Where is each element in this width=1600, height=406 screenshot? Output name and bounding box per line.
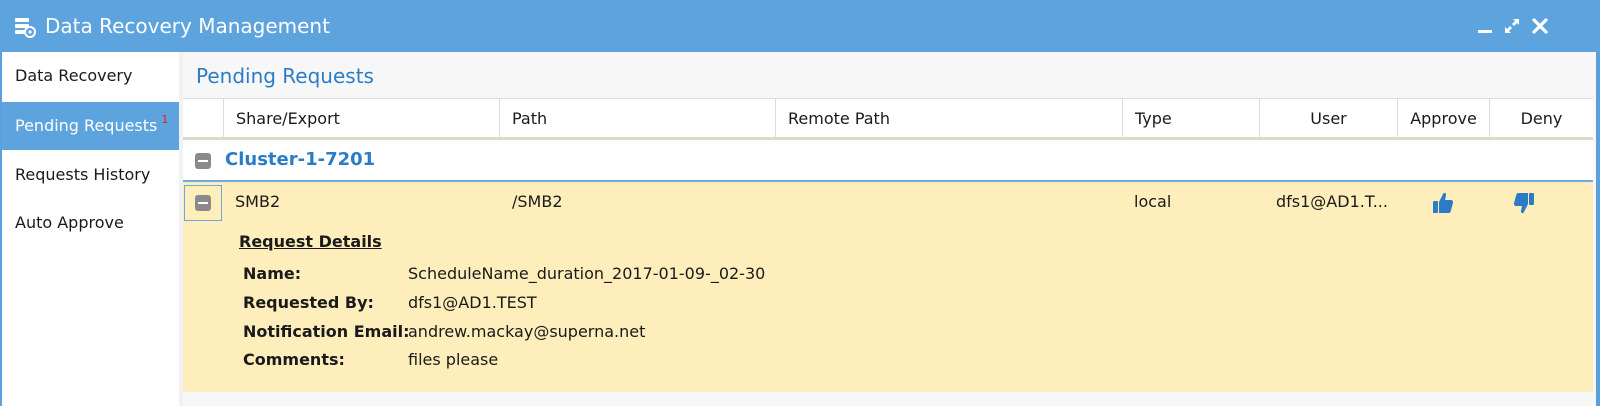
collapse-group-icon[interactable]: [195, 153, 211, 169]
detail-value-requested-by: dfs1@AD1.TEST: [408, 293, 537, 312]
column-header-approve[interactable]: Approve: [1397, 99, 1489, 138]
cell-share-export: SMB2: [235, 192, 281, 211]
data-recovery-window: Data Recovery Management Data Recovery P…: [0, 0, 1600, 406]
detail-value-name: ScheduleName_duration_2017-01-09-_02-30: [408, 264, 766, 283]
column-header-type[interactable]: Type: [1122, 99, 1259, 138]
column-header-user[interactable]: User: [1259, 99, 1397, 138]
sidebar-item-label: Data Recovery: [15, 66, 133, 85]
sidebar-item-label: Pending Requests: [15, 116, 158, 135]
column-header-remote-path[interactable]: Remote Path: [775, 99, 1122, 138]
request-details-heading: Request Details: [239, 232, 382, 251]
column-header-share-export[interactable]: Share/Export: [223, 99, 499, 138]
column-header-path[interactable]: Path: [499, 99, 775, 138]
detail-label-name: Name:: [243, 264, 302, 283]
cell-path: /SMB2: [512, 192, 563, 211]
detail-label-requested-by: Requested By:: [243, 293, 374, 312]
page-title: Pending Requests: [196, 64, 374, 88]
sidebar-item-requests-history[interactable]: Requests History: [2, 151, 179, 199]
sidebar-nav: Data Recovery Pending Requests 1 Requests…: [2, 52, 179, 406]
window-titlebar[interactable]: Data Recovery Management: [0, 0, 1600, 52]
collapse-row-icon[interactable]: [195, 195, 211, 211]
cluster-group-row[interactable]: Cluster-1-7201: [183, 140, 1593, 182]
grid-header-row: Share/Export Path Remote Path Type User …: [183, 98, 1593, 140]
sidebar-item-label: Requests History: [15, 165, 151, 184]
column-header-deny[interactable]: Deny: [1489, 99, 1593, 138]
detail-value-comments: files please: [408, 350, 499, 369]
deny-thumbs-down-icon[interactable]: [1513, 191, 1535, 215]
window-title: Data Recovery Management: [45, 14, 330, 38]
request-row[interactable]: SMB2 /SMB2 local dfs1@AD1.T... Request D…: [183, 182, 1593, 392]
window-client-area: Data Recovery Pending Requests 1 Requests…: [2, 52, 1596, 406]
detail-value-notification-email: andrew.mackay@superna.net: [408, 322, 646, 341]
maximize-icon[interactable]: [1503, 17, 1521, 35]
pending-count-badge: 1: [161, 113, 169, 126]
detail-label-comments: Comments:: [243, 350, 345, 369]
cell-user: dfs1@AD1.T...: [1276, 192, 1388, 211]
data-recovery-app-icon: [14, 16, 36, 38]
minimize-icon[interactable]: [1476, 17, 1494, 35]
main-panel: Pending Requests Share/Export Path Remot…: [183, 52, 1596, 406]
cell-type: local: [1134, 192, 1172, 211]
approve-thumbs-up-icon[interactable]: [1432, 191, 1454, 215]
sidebar-item-auto-approve[interactable]: Auto Approve: [2, 199, 179, 247]
cluster-group-label: Cluster-1-7201: [225, 149, 376, 170]
close-icon[interactable]: [1531, 17, 1549, 35]
sidebar-item-pending-requests[interactable]: Pending Requests 1: [2, 102, 179, 150]
row-detail-toggle[interactable]: [184, 185, 222, 221]
sidebar-item-label: Auto Approve: [15, 213, 124, 232]
detail-label-notification-email: Notification Email:: [243, 322, 410, 341]
header-expand-column: [183, 99, 223, 138]
sidebar-item-data-recovery[interactable]: Data Recovery: [2, 52, 179, 100]
